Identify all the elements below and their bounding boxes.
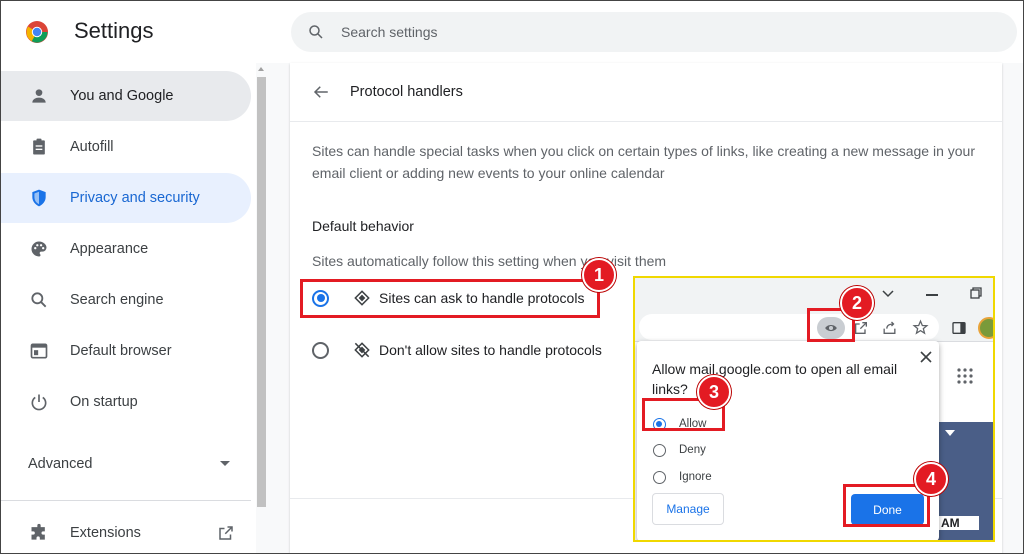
- inset-dropdown[interactable]: [941, 424, 961, 442]
- sidebar-advanced[interactable]: Advanced: [28, 456, 93, 472]
- person-icon: [32, 89, 46, 103]
- avatar[interactable]: [978, 317, 993, 339]
- chevron-down-icon[interactable]: [220, 461, 230, 466]
- star-icon[interactable]: [912, 319, 929, 336]
- chevron-down-icon[interactable]: [882, 289, 894, 299]
- power-icon: [31, 394, 47, 411]
- sidebar-item-extensions[interactable]: Extensions: [1, 511, 251, 553]
- default-behavior-title: Default behavior: [312, 218, 414, 234]
- inset-titlebar: [635, 278, 993, 312]
- sidebar-item-on-startup[interactable]: On startup: [1, 377, 251, 427]
- protocol-handler-off-icon: [354, 342, 370, 358]
- search-box[interactable]: [291, 12, 1017, 52]
- radio-button[interactable]: [653, 470, 666, 484]
- callout-highlight-4: [843, 484, 930, 527]
- open-in-new-icon[interactable]: [853, 320, 869, 336]
- minimize-icon[interactable]: [926, 294, 938, 296]
- search-icon: [309, 25, 323, 39]
- settings-window: Settings You and Google Autofill Privacy…: [0, 0, 1024, 554]
- inset-time-fragment: AM: [939, 516, 979, 530]
- sidebar-item-search-engine[interactable]: Search engine: [1, 275, 251, 325]
- option-dont-allow[interactable]: Don't allow sites to handle protocols: [312, 338, 602, 362]
- chevron-down-icon: [945, 430, 955, 436]
- sidebar-item-label: Autofill: [70, 139, 114, 155]
- radio-button[interactable]: [653, 443, 666, 457]
- card-divider: [290, 121, 1002, 122]
- callout-badge-2: 2: [840, 286, 874, 320]
- sidebar-item-autofill[interactable]: Autofill: [1, 122, 251, 172]
- callout-badge-3: 3: [697, 375, 731, 409]
- puzzle-icon: [31, 523, 45, 540]
- sidebar: You and Google Autofill Privacy and secu…: [1, 63, 267, 553]
- palette-icon: [31, 241, 47, 257]
- sidebar-item-privacy-and-security[interactable]: Privacy and security: [1, 173, 251, 223]
- app-title: Settings: [74, 18, 154, 43]
- sidebar-item-label: Privacy and security: [70, 190, 200, 206]
- callout-badge-1: 1: [582, 258, 616, 292]
- sidebar-item-label: On startup: [70, 394, 138, 410]
- sidebar-item-label: You and Google: [70, 88, 174, 104]
- page-title: Protocol handlers: [350, 84, 463, 100]
- scroll-up-arrow-icon[interactable]: [258, 67, 264, 71]
- radio-button[interactable]: [312, 341, 329, 359]
- sidebar-item-label: Appearance: [70, 241, 149, 257]
- popup-option-deny[interactable]: Deny: [653, 441, 706, 459]
- back-arrow-icon[interactable]: [312, 83, 330, 101]
- close-icon[interactable]: [920, 351, 932, 363]
- sidebar-scroll-thumb[interactable]: [257, 77, 266, 507]
- manage-button[interactable]: Manage: [652, 493, 724, 525]
- header: Settings: [1, 1, 1023, 63]
- sidebar-divider: [1, 500, 251, 501]
- restore-icon[interactable]: [970, 287, 982, 299]
- side-panel-icon[interactable]: [951, 320, 967, 336]
- sidebar-item-label: Search engine: [70, 292, 164, 308]
- open-in-new-icon[interactable]: [217, 524, 235, 542]
- chrome-logo-icon: [26, 21, 48, 43]
- popup-option-label: Deny: [679, 444, 706, 456]
- clipboard-icon: [33, 138, 45, 155]
- sidebar-item-you-and-google[interactable]: You and Google: [1, 71, 251, 121]
- callout-highlight-1: [300, 279, 600, 318]
- sidebar-item-appearance[interactable]: Appearance: [1, 224, 251, 274]
- sidebar-item-default-browser[interactable]: Default browser: [1, 326, 251, 376]
- shield-icon: [32, 189, 46, 207]
- popup-option-label: Ignore: [679, 471, 712, 483]
- share-icon[interactable]: [881, 320, 898, 336]
- option-label: Don't allow sites to handle protocols: [379, 342, 602, 358]
- protocol-description: Sites can handle special tasks when you …: [312, 143, 976, 181]
- callout-badge-4: 4: [914, 462, 948, 496]
- apps-grid-icon[interactable]: [957, 368, 973, 384]
- search-icon: [31, 292, 47, 308]
- sidebar-item-label: Default browser: [70, 343, 172, 359]
- search-input[interactable]: [341, 24, 941, 40]
- popup-option-ignore[interactable]: Ignore: [653, 468, 712, 486]
- sidebar-item-label: Extensions: [70, 525, 141, 541]
- popup-question: Allow mail.google.com to open all email …: [652, 361, 898, 397]
- browser-window-icon: [30, 343, 48, 359]
